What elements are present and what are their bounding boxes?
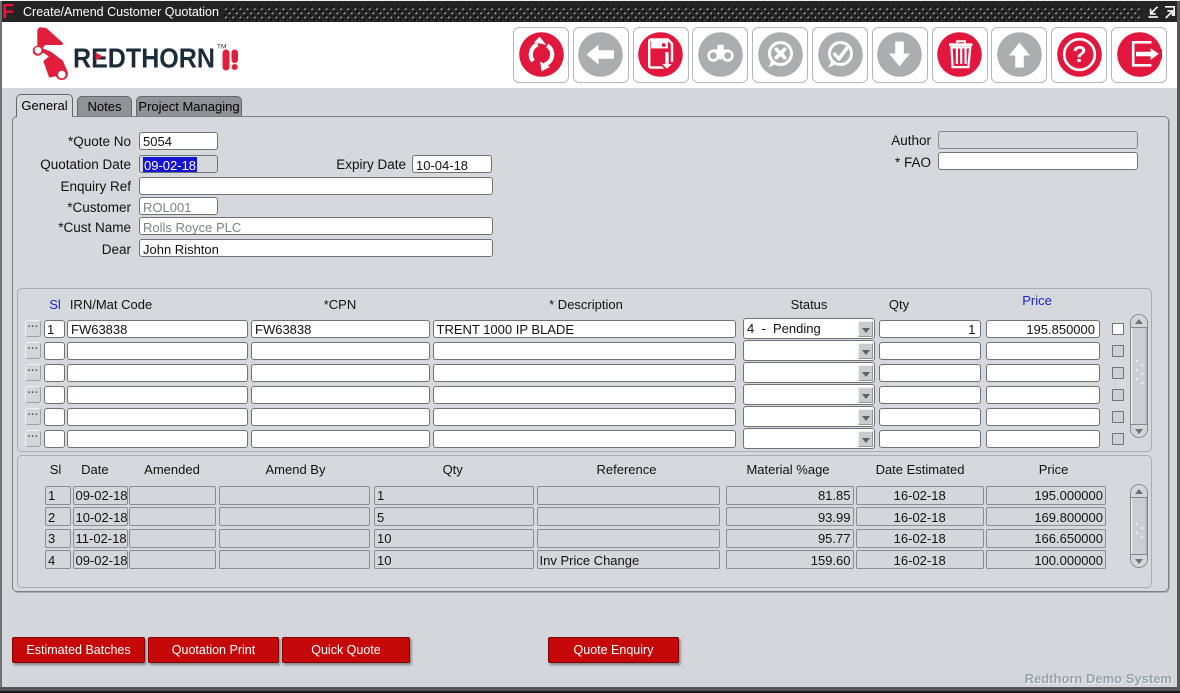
svg-text:REDTHORN: REDTHORN — [73, 43, 215, 74]
svg-text:?: ? — [1072, 41, 1086, 67]
svg-text:TM: TM — [217, 44, 226, 51]
